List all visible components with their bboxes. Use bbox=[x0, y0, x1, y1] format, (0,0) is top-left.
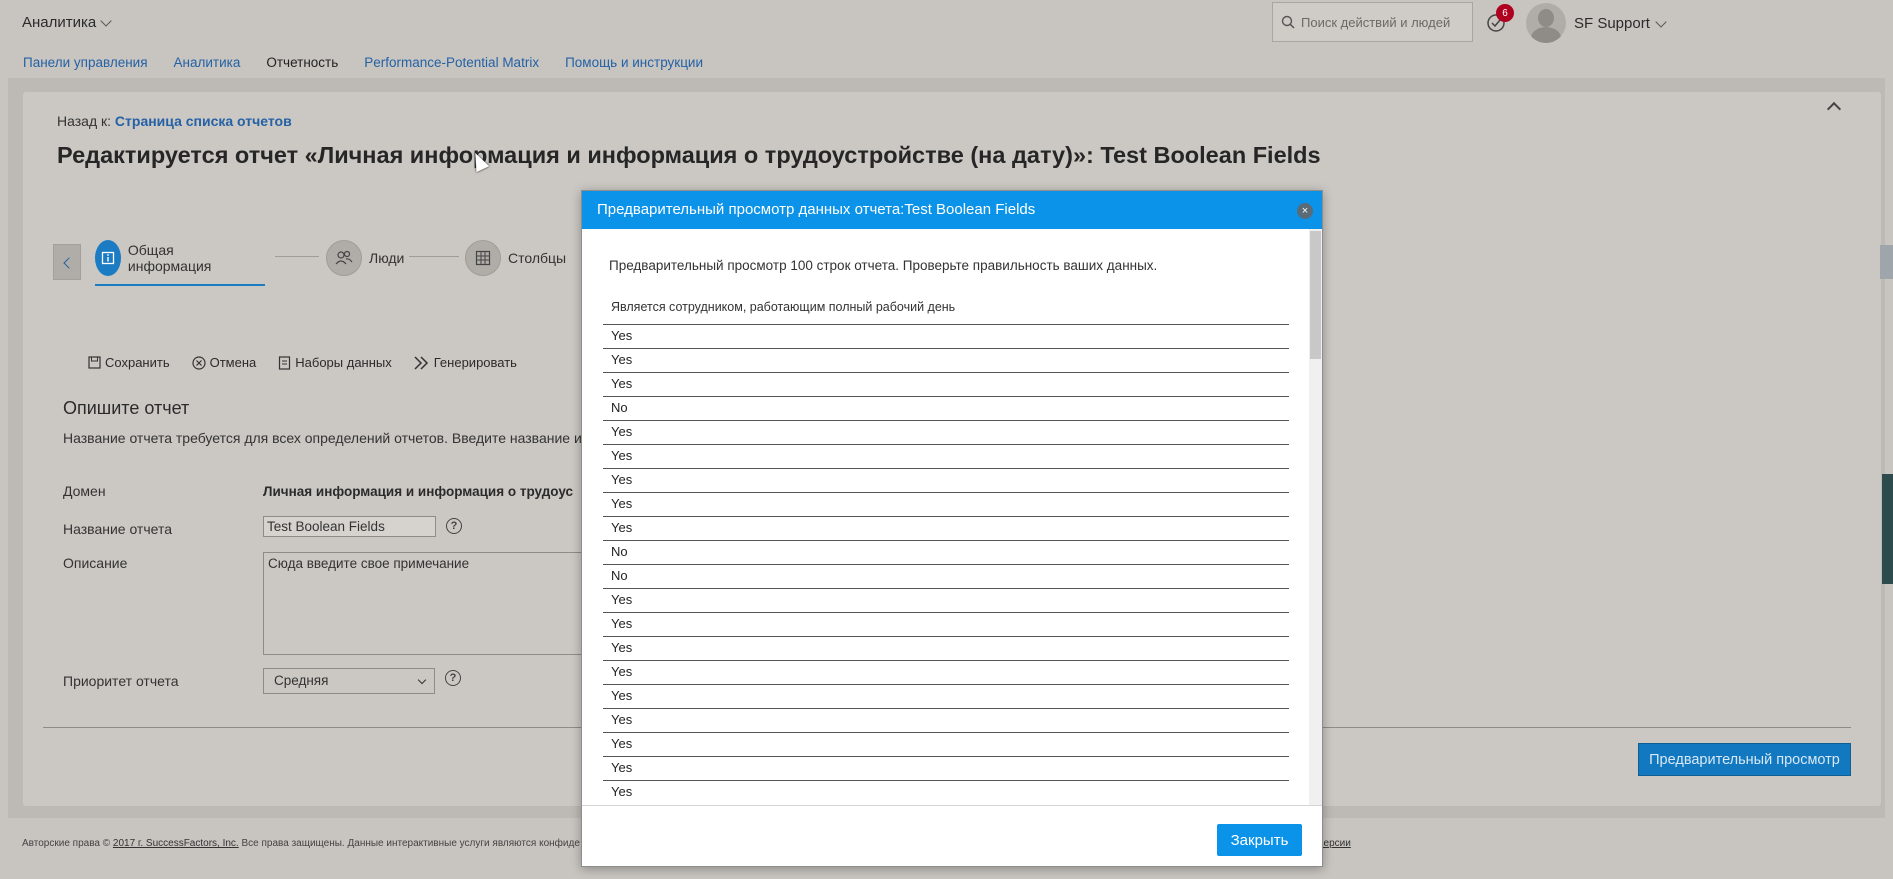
table-row: Yes bbox=[603, 588, 1289, 612]
report-name-input[interactable]: Test Boolean Fields bbox=[263, 516, 436, 537]
table-row: Yes bbox=[603, 660, 1289, 684]
user-name-label: SF Support bbox=[1574, 15, 1650, 32]
step-general-info[interactable]: Общая информация bbox=[95, 240, 221, 276]
domain-label: Домен bbox=[63, 483, 106, 499]
nav-item-help[interactable]: Помощь и инструкции bbox=[565, 55, 703, 70]
cancel-icon bbox=[192, 355, 206, 370]
report-name-label: Название отчета bbox=[63, 521, 172, 537]
table-row: Yes bbox=[603, 636, 1289, 660]
dialog-body: Предварительный просмотр 100 строк отчет… bbox=[582, 229, 1322, 805]
datasets-icon bbox=[279, 355, 291, 370]
footer: Авторские права © 2017 г. SuccessFactors… bbox=[22, 838, 580, 849]
priority-select[interactable]: Средняя bbox=[263, 668, 435, 694]
page-title: Редактируется отчет «Личная информация и… bbox=[57, 142, 1321, 168]
step-people[interactable]: Люди bbox=[326, 240, 404, 276]
table-row: Yes bbox=[603, 756, 1289, 780]
table-row: No bbox=[603, 564, 1289, 588]
nav-item-performance-matrix[interactable]: Performance-Potential Matrix bbox=[364, 55, 539, 70]
chevron-down-icon bbox=[417, 675, 427, 685]
scrollbar-thumb[interactable] bbox=[1310, 231, 1321, 359]
table-row: No bbox=[603, 540, 1289, 564]
chevron-left-icon bbox=[63, 257, 75, 269]
table-row: Yes bbox=[603, 612, 1289, 636]
user-menu[interactable]: SF Support bbox=[1574, 15, 1667, 32]
table-row: Yes bbox=[603, 708, 1289, 732]
priority-label: Приоритет отчета bbox=[63, 673, 179, 689]
chevron-down-icon bbox=[100, 14, 112, 27]
preview-table: Yes Yes Yes No Yes Yes Yes Yes Yes No No… bbox=[603, 324, 1289, 804]
search-placeholder: Поиск действий и людей bbox=[1301, 14, 1451, 30]
domain-value: Личная информация и информация о трудоус bbox=[263, 484, 574, 499]
dialog-title: Предварительный просмотр данных отчета:T… bbox=[582, 191, 1322, 229]
nav-item-analytics[interactable]: Аналитика bbox=[174, 55, 241, 70]
help-icon[interactable]: ? bbox=[445, 670, 461, 686]
steps-prev-button[interactable] bbox=[53, 244, 81, 280]
table-row: Yes bbox=[603, 468, 1289, 492]
step-label: Столбцы bbox=[508, 250, 567, 266]
description-label: Описание bbox=[63, 555, 128, 571]
top-bar: Аналитика Поиск действий и людей 6 SF Su… bbox=[0, 0, 1893, 46]
toolbar: Сохранить Отмена Наборы данных Генериров… bbox=[88, 355, 517, 370]
people-icon bbox=[326, 240, 362, 276]
dialog-info: Предварительный просмотр 100 строк отчет… bbox=[609, 258, 1158, 273]
side-handle[interactable] bbox=[1880, 245, 1893, 279]
table-row: Yes bbox=[603, 372, 1289, 396]
close-button[interactable]: Закрыть bbox=[1217, 824, 1302, 856]
nav-item-reporting[interactable]: Отчетность bbox=[266, 55, 338, 70]
feedback-tab[interactable] bbox=[1882, 474, 1893, 584]
table-row: Yes bbox=[603, 348, 1289, 372]
section-description: Название отчета требуется для всех опред… bbox=[63, 430, 582, 446]
dialog-footer: Закрыть bbox=[582, 805, 1322, 867]
cancel-button[interactable]: Отмена bbox=[192, 355, 256, 370]
table-row: Yes bbox=[603, 324, 1289, 348]
table-row: Yes bbox=[603, 444, 1289, 468]
generate-button[interactable]: Генерировать bbox=[414, 355, 517, 370]
generate-icon bbox=[414, 355, 428, 370]
table-row: Yes bbox=[603, 684, 1289, 708]
step-label: Люди bbox=[369, 250, 405, 266]
save-button[interactable]: Сохранить bbox=[88, 355, 170, 370]
table-row: Yes bbox=[603, 516, 1289, 540]
search-icon bbox=[1281, 15, 1295, 29]
datasets-button[interactable]: Наборы данных bbox=[278, 355, 392, 370]
notification-badge: 6 bbox=[1496, 4, 1514, 22]
description-textarea[interactable]: Сюда введите свое примечание bbox=[263, 552, 603, 655]
preview-dialog: Предварительный просмотр данных отчета:T… bbox=[581, 190, 1323, 867]
dialog-scrollbar[interactable] bbox=[1309, 229, 1322, 805]
nav-item-dashboards[interactable]: Панели управления bbox=[23, 55, 148, 70]
table-row: Yes bbox=[603, 732, 1289, 756]
step-label: Общая информация bbox=[127, 242, 212, 274]
priority-value: Средняя bbox=[274, 673, 329, 688]
app-menu[interactable]: Аналитика bbox=[22, 14, 112, 31]
search-input[interactable]: Поиск действий и людей bbox=[1272, 2, 1473, 42]
chevron-down-icon bbox=[1655, 15, 1667, 28]
app-menu-label: Аналитика bbox=[22, 14, 97, 31]
table-row: Yes bbox=[603, 420, 1289, 444]
footer-company-link[interactable]: 2017 г. SuccessFactors, Inc. bbox=[113, 838, 239, 849]
avatar[interactable] bbox=[1526, 3, 1566, 43]
table-row: Yes bbox=[603, 780, 1289, 804]
table-row: No bbox=[603, 396, 1289, 420]
table-row: Yes bbox=[603, 492, 1289, 516]
save-icon bbox=[88, 356, 101, 369]
step-columns[interactable]: Столбцы bbox=[465, 240, 566, 276]
active-step-indicator bbox=[95, 284, 265, 286]
section-title: Опишите отчет bbox=[63, 398, 190, 418]
info-icon bbox=[95, 240, 121, 276]
close-icon[interactable]: × bbox=[1297, 203, 1313, 219]
preview-button[interactable]: Предварительный просмотр bbox=[1638, 743, 1851, 776]
column-header: Является сотрудником, работающим полный … bbox=[611, 300, 956, 314]
grid-icon bbox=[465, 240, 501, 276]
main-nav: Панели управления Аналитика Отчетность P… bbox=[23, 55, 703, 70]
breadcrumb: Назад к: Страница списка отчетов bbox=[57, 113, 292, 129]
back-link[interactable]: Страница списка отчетов bbox=[115, 113, 292, 129]
help-icon[interactable]: ? bbox=[446, 518, 462, 534]
back-prefix: Назад к: bbox=[57, 113, 112, 129]
